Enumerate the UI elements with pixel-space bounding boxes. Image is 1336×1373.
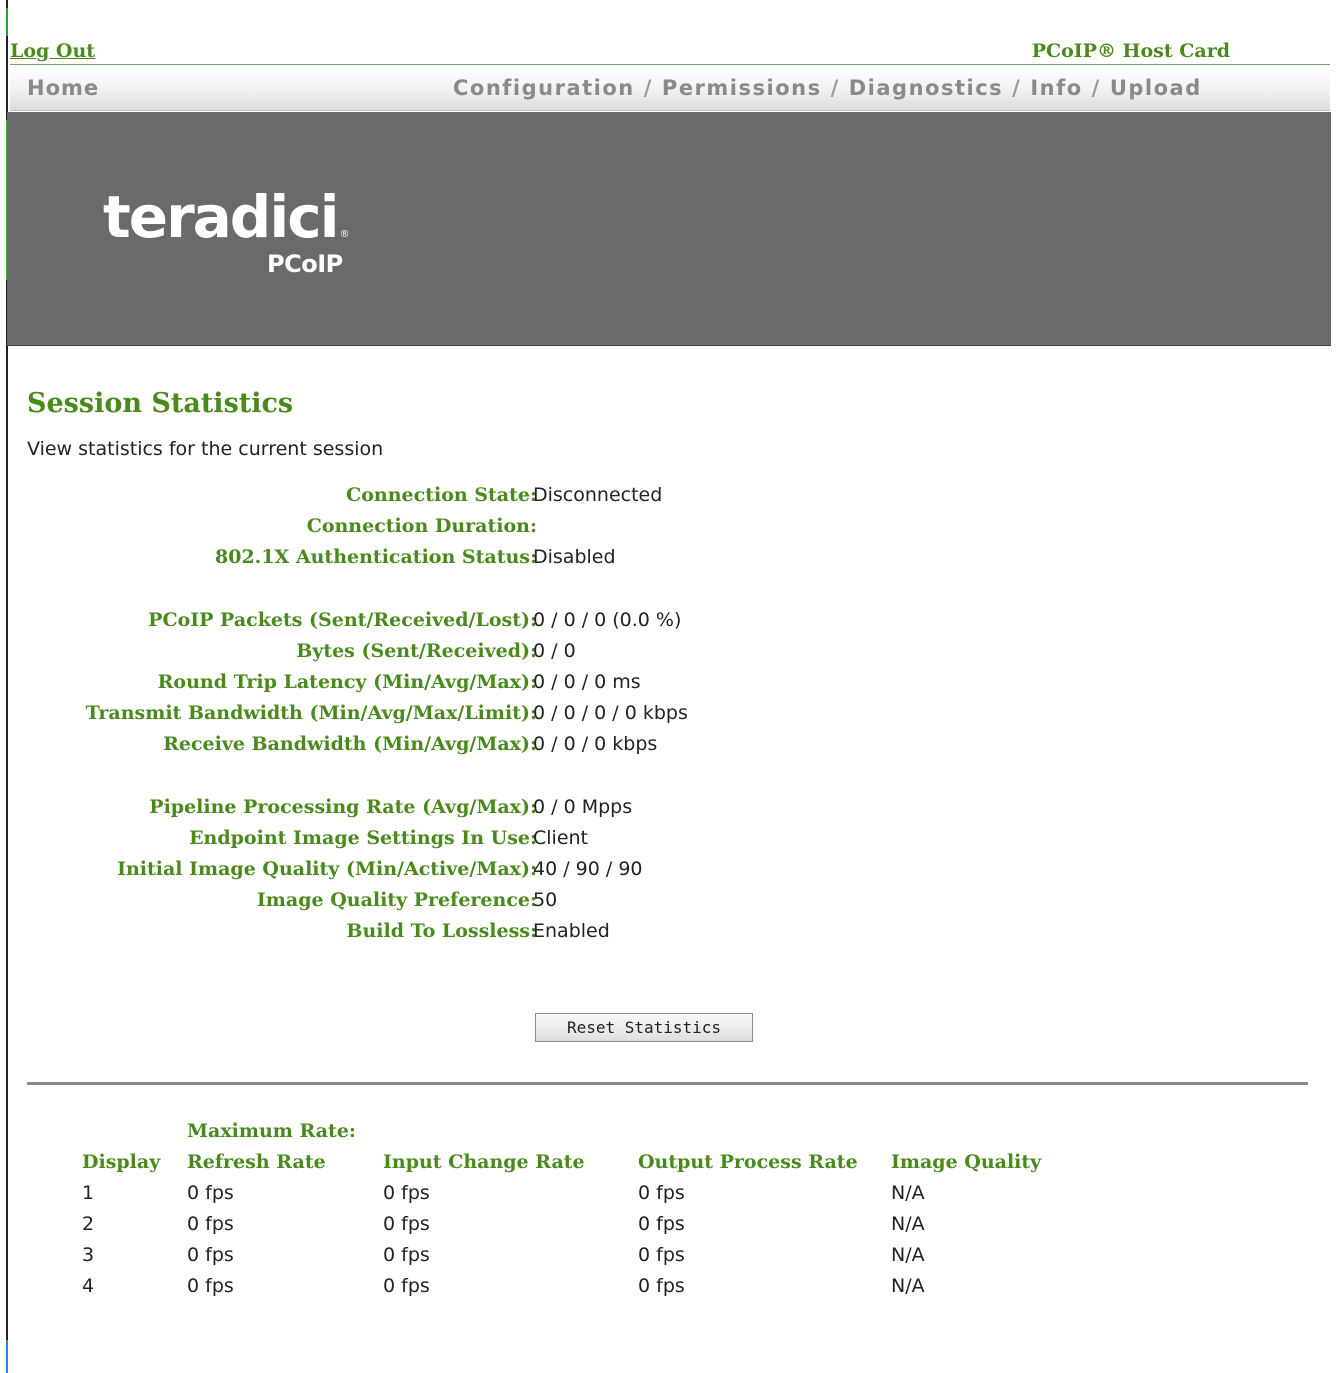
logo-subtitle: PCoIP [267,250,343,278]
edge-accent [6,8,8,36]
nav-separator: / [830,76,840,100]
stat-value: 0 / 0 [533,640,576,662]
column-header-refresh-rate: Refresh Rate [187,1151,326,1173]
stat-row-endpoint-settings: Endpoint Image Settings In Use: Client [27,823,927,854]
table-cell: 1 [82,1182,95,1204]
stat-label: 802.1X Authentication Status: [215,546,537,568]
table-cell: N/A [891,1275,925,1297]
nav-menu: Configuration / Permissions / Diagnostics / In… [453,76,1202,100]
stat-value: 0 / 0 Mpps [533,796,633,818]
reset-statistics-button[interactable]: Reset Statistics [535,1013,753,1042]
table-cell: 0 fps [187,1275,234,1297]
table-cell: 0 fps [383,1244,430,1266]
stat-value: Disabled [533,546,616,568]
section-divider [27,1082,1308,1085]
window-left-edge [0,0,8,1373]
nav-home[interactable]: Home [27,76,99,100]
main-nav: Home Configuration / Permissions / Diagnosti… [10,66,1330,111]
table-cell: 4 [82,1275,95,1297]
table-cell: 0 fps [638,1275,685,1297]
table-cell: N/A [891,1182,925,1204]
nav-separator: / [1091,76,1101,100]
table-cell: 2 [82,1213,95,1235]
stat-value: 0 / 0 / 0 (0.0 %) [533,609,682,631]
table-cell: 0 fps [638,1213,685,1235]
teradici-logo: teradici ® PCoIP [103,188,350,278]
logo-wordmark: teradici [103,183,339,251]
stat-row-quality-preference: Image Quality Preference: 50 [27,885,927,916]
column-header-display: Display [82,1151,161,1173]
table-cell: 0 fps [187,1244,234,1266]
stat-row-packets: PCoIP Packets (Sent/Received/Lost): 0 / … [27,605,927,636]
page-title: Session Statistics [27,388,294,419]
stat-row-build-lossless: Build To Lossless: Enabled [27,916,927,947]
stat-value: Enabled [533,920,610,942]
nav-upload[interactable]: Upload [1110,76,1202,100]
table-cell: N/A [891,1213,925,1235]
stat-row-pipeline-rate: Pipeline Processing Rate (Avg/Max): 0 / … [27,792,927,823]
edge-accent [6,1340,8,1373]
nav-permissions[interactable]: Permissions [662,76,822,100]
table-cell: 0 fps [638,1182,685,1204]
stat-label: Transmit Bandwidth (Min/Avg/Max/Limit): [85,702,537,724]
top-links-bar: Log Out PCoIP® Host Card [10,38,1330,65]
stat-label: Connection Duration: [306,515,537,537]
stat-row-initial-quality: Initial Image Quality (Min/Active/Max): … [27,854,927,885]
stat-value: 50 [533,889,558,911]
header-banner: teradici ® PCoIP [7,112,1331,346]
table-cell: 0 fps [383,1275,430,1297]
stat-value: Client [533,827,589,849]
nav-info[interactable]: Info [1030,76,1082,100]
nav-separator: / [643,76,653,100]
stat-value: 40 / 90 / 90 [533,858,643,880]
stat-label: Endpoint Image Settings In Use: [189,827,537,849]
table-cell: 0 fps [638,1244,685,1266]
stat-row-latency: Round Trip Latency (Min/Avg/Max): 0 / 0 … [27,667,927,698]
logout-link[interactable]: Log Out [10,40,95,62]
nav-configuration[interactable]: Configuration [453,76,635,100]
page-description: View statistics for the current session [27,438,384,460]
stat-label: Initial Image Quality (Min/Active/Max): [117,858,537,880]
product-name: PCoIP® Host Card [1031,40,1230,62]
table-cell: 0 fps [383,1213,430,1235]
table-cell: N/A [891,1244,925,1266]
stat-label: Connection State: [346,484,537,506]
stat-value: 0 / 0 / 0 ms [533,671,641,693]
stat-row-connection-state: Connection State: Disconnected [27,480,927,511]
table-cell: 3 [82,1244,95,1266]
stat-row-connection-duration: Connection Duration: [27,511,927,542]
stat-label: Receive Bandwidth (Min/Avg/Max): [163,733,537,755]
stat-value: 0 / 0 / 0 kbps [533,733,658,755]
column-header-refresh-top: Maximum Rate: [187,1120,356,1142]
table-cell: 0 fps [187,1213,234,1235]
table-cell: 0 fps [187,1182,234,1204]
stat-row-tx-bandwidth: Transmit Bandwidth (Min/Avg/Max/Limit): … [27,698,927,729]
nav-separator: / [1012,76,1022,100]
column-header-input-change-rate: Input Change Rate [383,1151,585,1173]
stat-row-bytes: Bytes (Sent/Received): 0 / 0 [27,636,927,667]
logo-registered-mark: ® [339,229,350,240]
stat-label: Build To Lossless: [346,920,537,942]
table-cell: 0 fps [383,1182,430,1204]
stat-row-auth-status: 802.1X Authentication Status: Disabled [27,542,927,573]
stat-label: Image Quality Preference: [256,889,537,911]
stat-value: Disconnected [533,484,663,506]
stat-label: Bytes (Sent/Received): [296,640,537,662]
column-header-image-quality: Image Quality [891,1151,1042,1173]
stat-label: PCoIP Packets (Sent/Received/Lost): [148,609,537,631]
stat-label: Pipeline Processing Rate (Avg/Max): [149,796,537,818]
stat-row-rx-bandwidth: Receive Bandwidth (Min/Avg/Max): 0 / 0 /… [27,729,927,760]
stat-value: 0 / 0 / 0 / 0 kbps [533,702,688,724]
column-header-output-process-rate: Output Process Rate [638,1151,858,1173]
stat-label: Round Trip Latency (Min/Avg/Max): [157,671,537,693]
nav-diagnostics[interactable]: Diagnostics [849,76,1003,100]
